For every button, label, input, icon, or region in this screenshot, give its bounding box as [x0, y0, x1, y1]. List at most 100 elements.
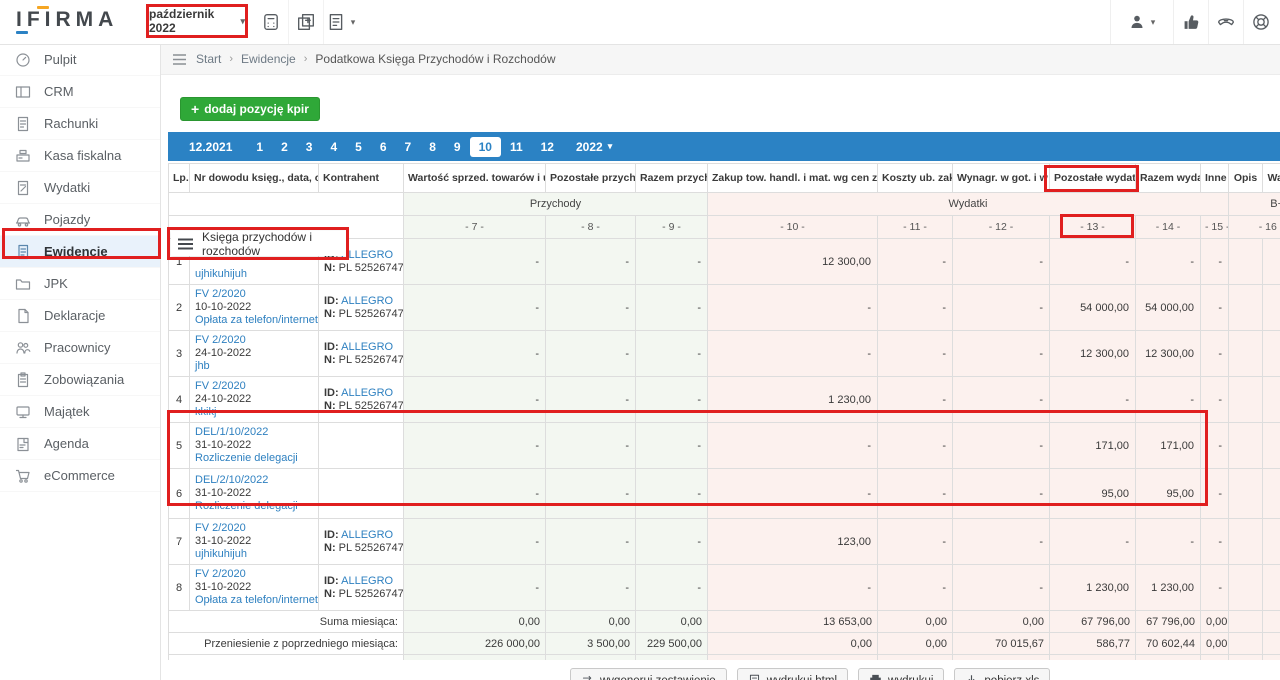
column-header[interactable]: Wynagr. w got. i w nat. — [953, 164, 1050, 193]
column-header[interactable]: Razem przychód — [636, 164, 708, 193]
month-tab-9[interactable]: 9 — [445, 137, 470, 157]
document-number-link[interactable]: DEL/1/10/2022 — [195, 426, 313, 439]
cell-value: 123,00 — [708, 519, 878, 565]
user-icon[interactable]: ▾ — [1110, 0, 1173, 44]
cell-value: - — [953, 519, 1050, 565]
document-number-link[interactable]: FV 2/2020 — [195, 568, 313, 581]
breadcrumb-item-1[interactable]: Ewidencje — [241, 52, 296, 66]
month-tab-6[interactable]: 6 — [371, 137, 396, 157]
column-header[interactable]: Koszty ub. zakupu — [878, 164, 953, 193]
summary-value: 0,00 — [878, 633, 953, 655]
notes-icon[interactable]: ▾ — [323, 0, 358, 44]
contractor-link[interactable]: ALLEGRO — [341, 387, 393, 399]
sidebar-item-rachunki[interactable]: Rachunki — [0, 108, 160, 140]
add-kpir-entry-button[interactable]: + dodaj pozycję kpir — [180, 97, 320, 121]
contractor-link[interactable]: ALLEGRO — [341, 529, 393, 541]
month-selector-dropdown[interactable]: październik 2022 ▾ — [149, 8, 245, 34]
document-description-link[interactable]: kkikj — [195, 406, 313, 419]
breadcrumb-item-0[interactable]: Start — [196, 52, 221, 66]
document-number-link[interactable]: FV 2/2020 — [195, 288, 313, 301]
pobierz-xls-button[interactable]: pobierz xls — [954, 668, 1050, 680]
table-row: 3FV 2/202024-10-2022jhbID: ALLEGRON: PL … — [169, 331, 1280, 377]
month-tab-8[interactable]: 8 — [420, 137, 445, 157]
cell-value: - — [404, 239, 546, 285]
column-header[interactable]: Pozostałe przychody — [546, 164, 636, 193]
document-number-link[interactable]: DEL/2/10/2022 — [195, 474, 313, 487]
month-tab-10[interactable]: 10 — [470, 137, 501, 157]
summary-value: 226 000,00 — [404, 633, 546, 655]
month-tab-3[interactable]: 3 — [297, 137, 322, 157]
month-tab-12.2021[interactable]: 12.2021 — [180, 137, 241, 157]
wygeneruj-zestawienie-button[interactable]: wygeneruj zestawienie — [570, 668, 727, 680]
document-number-link[interactable]: FV 2/2020 — [195, 334, 313, 347]
document-number-link[interactable]: FV 2/2020 — [195, 380, 313, 393]
sidebar-item-wydatki[interactable]: Wydatki — [0, 172, 160, 204]
cell-contractor: ID: ALLEGRON: PL 5252674798 — [319, 331, 404, 377]
document-description-link[interactable]: ujhikuhijuh — [195, 548, 313, 561]
sidebar-item-pracownicy[interactable]: Pracownicy — [0, 332, 160, 364]
ecommerce-icon — [15, 468, 31, 484]
month-tab-4[interactable]: 4 — [321, 137, 346, 157]
month-tab-2[interactable]: 2 — [272, 137, 297, 157]
contractor-link[interactable]: ALLEGRO — [341, 575, 393, 587]
cell-value: - — [708, 423, 878, 469]
cell-value: - — [708, 565, 878, 611]
document-description-link[interactable]: Rozliczenie delegacji — [195, 452, 313, 465]
cell-br-opis — [1229, 377, 1263, 423]
document-description-link[interactable]: Opłata za telefon/internet — [195, 594, 313, 607]
column-header[interactable]: Wartość sprzed. towarów i usług — [404, 164, 546, 193]
sidebar-item-jpk[interactable]: JPK — [0, 268, 160, 300]
year-selector[interactable]: 2022▾ — [567, 137, 621, 157]
cell-value: - — [708, 331, 878, 377]
sidebar-item-ewidencje[interactable]: Ewidencje — [0, 236, 160, 268]
month-tab-1[interactable]: 1 — [247, 137, 272, 157]
sidebar-item-crm[interactable]: CRM — [0, 76, 160, 108]
summary-value: 3 500,00 — [546, 633, 636, 655]
contractor-link[interactable]: ALLEGRO — [341, 295, 393, 307]
contractor-link[interactable]: ALLEGRO — [341, 249, 393, 261]
month-tab-7[interactable]: 7 — [396, 137, 421, 157]
column-header[interactable]: Kontrahent — [319, 164, 404, 193]
sidebar-item-zobowi-zania[interactable]: Zobowiązania — [0, 364, 160, 396]
menu-icon[interactable] — [173, 54, 186, 65]
sidebar-item-pojazdy[interactable]: Pojazdy — [0, 204, 160, 236]
column-header[interactable]: Inne — [1201, 164, 1229, 193]
document-description-link[interactable]: jhb — [195, 360, 313, 373]
column-header[interactable]: Wartość — [1263, 164, 1280, 193]
column-header[interactable]: Nr dowodu księg., data, opis — [190, 164, 319, 193]
thumbs-up-icon[interactable] — [1173, 0, 1208, 44]
document-number-link[interactable]: FV 2/2020 — [195, 522, 313, 535]
new-document-icon[interactable] — [288, 0, 323, 44]
document-description-link[interactable]: ujhikuhijuh — [195, 268, 313, 281]
sidebar-item-deklaracje[interactable]: Deklaracje — [0, 300, 160, 332]
phone-icon[interactable] — [1208, 0, 1243, 44]
calculator-icon[interactable] — [254, 0, 288, 44]
cell-br-opis — [1229, 423, 1263, 469]
group-header-br: B+R? — [1229, 193, 1280, 216]
month-tab-11[interactable]: 11 — [501, 137, 532, 157]
document-description-link[interactable]: Rozliczenie delegacji — [195, 500, 313, 513]
document-description-link[interactable]: Opłata za telefon/internet — [195, 314, 313, 327]
sidebar-item-maj-tek[interactable]: Majątek — [0, 396, 160, 428]
contractor-link[interactable]: ALLEGRO — [341, 341, 393, 353]
month-tab-5[interactable]: 5 — [346, 137, 371, 157]
sidebar-item-kasa-fiskalna[interactable]: Kasa fiskalna — [0, 140, 160, 172]
wydrukuj-button[interactable]: wydrukuj — [858, 668, 944, 680]
cell-contractor: ID: ALLEGRON: PL 5252674798 — [319, 285, 404, 331]
cell-value: - — [404, 285, 546, 331]
ifirma-logo[interactable]: IFIRMA — [16, 8, 118, 32]
sidebar-item-pulpit[interactable]: Pulpit — [0, 44, 160, 76]
column-header[interactable]: Lp. — [169, 164, 190, 193]
column-header[interactable]: Opis — [1229, 164, 1263, 193]
kpir-panel-header[interactable]: Księga przychodów i rozchodów — [171, 231, 346, 256]
wydrukuj-html-button[interactable]: wydrukuj html — [737, 668, 848, 680]
sidebar-item-agenda[interactable]: Agenda — [0, 428, 160, 460]
column-header[interactable]: Pozostałe wydatki — [1050, 164, 1136, 193]
expenses-icon — [15, 180, 31, 196]
sidebar-item-ecommerce[interactable]: eCommerce — [0, 460, 160, 492]
cell-document: FV 2/202024-10-2022jhb — [190, 331, 319, 377]
help-ring-icon[interactable] — [1243, 0, 1278, 44]
column-header[interactable]: Razem wydatki — [1136, 164, 1201, 193]
month-tab-12[interactable]: 12 — [532, 137, 563, 157]
column-header[interactable]: Zakup tow. handl. i mat. wg cen zakupu — [708, 164, 878, 193]
